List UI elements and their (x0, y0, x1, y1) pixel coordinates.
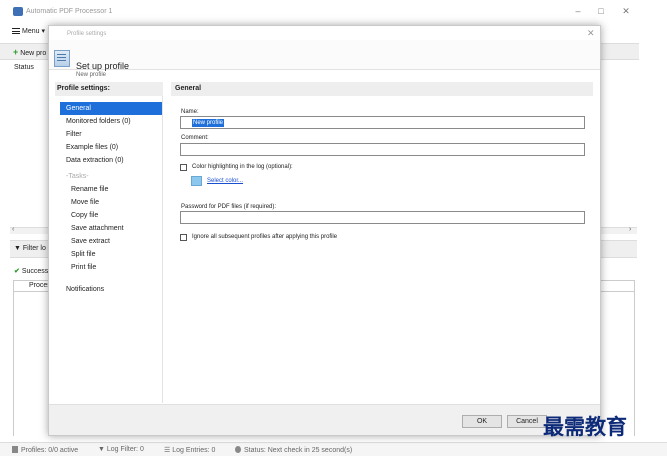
ignore-subsequent-checkbox[interactable] (180, 234, 187, 241)
scroll-left-icon[interactable]: ‹ (12, 226, 14, 233)
dialog-header-title: Set up profile (76, 61, 130, 71)
plus-icon: + (13, 47, 19, 57)
new-profile-button[interactable]: + New pro (13, 47, 46, 57)
menu-label: Menu (22, 28, 40, 35)
chevron-down-icon: ▾ (41, 28, 45, 35)
color-highlight-checkbox[interactable] (180, 164, 187, 171)
nav-item-save-extract[interactable]: Save extract (71, 238, 110, 245)
general-settings-panel: General Name: New profile Comment: Color… (171, 82, 595, 403)
dialog-close-icon[interactable]: ✕ (587, 28, 595, 39)
tab-success[interactable]: ✔ Success (14, 267, 48, 275)
filter-log-button[interactable]: ▼ Filter lo (14, 245, 46, 252)
nav-item-filter[interactable]: Filter (66, 131, 82, 138)
comment-label: Comment: (181, 135, 209, 141)
check-status-text: Status: Next check in 25 second(s) (244, 447, 353, 454)
nav-item-monitored-folders[interactable]: Monitored folders (0) (66, 118, 131, 125)
ignore-subsequent-label: Ignore all subsequent profiles after app… (192, 234, 338, 240)
password-input[interactable] (180, 211, 585, 224)
log-entries-status: ☰ Log Entries: 0 (164, 446, 215, 454)
checkmark-icon: ✔ (14, 268, 20, 275)
success-tab-label: Success (21, 268, 49, 275)
dialog-titlebar: Profile settings ✕ (49, 26, 600, 40)
cancel-button[interactable]: Cancel (507, 415, 547, 428)
settings-nav: Profile settings: General Monitored fold… (55, 82, 163, 403)
name-label: Name: (181, 109, 199, 115)
nav-item-rename-file[interactable]: Rename file (71, 186, 108, 193)
app-logo-icon (13, 7, 23, 16)
password-label: Password for PDF files (if required): (181, 204, 277, 210)
profile-settings-icon (54, 50, 70, 67)
profiles-status: Profiles: 0/0 active (12, 446, 78, 454)
name-input[interactable]: New profile (180, 116, 585, 129)
app-titlebar: Automatic PDF Processor 1 – □ ✕ (0, 0, 667, 22)
profile-settings-dialog: Profile settings ✕ Set up profile New pr… (48, 25, 601, 436)
app-title: Automatic PDF Processor 1 (26, 8, 113, 15)
minimize-button[interactable]: – (571, 5, 585, 17)
dialog-footer: OK Cancel (49, 404, 600, 435)
nav-item-general[interactable]: General (60, 102, 162, 115)
color-highlight-label: Color highlighting in the log (optional)… (192, 164, 293, 170)
close-app-button[interactable]: ✕ (619, 5, 633, 17)
name-input-value: New profile (192, 119, 225, 127)
profile-icon (12, 446, 18, 453)
maximize-button[interactable]: □ (594, 5, 608, 17)
nav-item-move-file[interactable]: Move file (71, 199, 99, 206)
check-status: Status: Next check in 25 second(s) (235, 446, 352, 454)
dialog-header-subtitle: New profile (76, 72, 107, 78)
nav-item-print-file[interactable]: Print file (71, 264, 96, 271)
list-icon: ☰ (164, 447, 173, 454)
nav-item-copy-file[interactable]: Copy file (71, 212, 98, 219)
status-column-header[interactable]: Status (14, 64, 34, 71)
comment-input[interactable] (180, 143, 585, 156)
settings-nav-header: Profile settings: (55, 82, 163, 96)
log-entries-status-text: Log Entries: 0 (172, 447, 216, 454)
nav-item-notifications[interactable]: Notifications (66, 286, 104, 293)
hamburger-icon (12, 28, 20, 34)
status-bar: Profiles: 0/0 active ▼ Log Filter: 0 ☰ L… (0, 442, 667, 456)
log-filter-status-text: Log Filter: 0 (106, 446, 144, 453)
menu-button[interactable]: Menu ▾ (12, 27, 45, 35)
log-filter-status: ▼ Log Filter: 0 (98, 446, 144, 453)
highlight-color-swatch[interactable] (191, 176, 202, 186)
filter-log-label: Filter lo (22, 245, 46, 252)
watermark-logo: 最需教育 (543, 414, 627, 439)
scroll-right-icon[interactable]: › (629, 226, 631, 233)
nav-item-split-file[interactable]: Split file (71, 251, 96, 258)
funnel-icon: ▼ (98, 446, 107, 453)
select-color-link[interactable]: Select color... (207, 178, 243, 184)
nav-item-data-extraction[interactable]: Data extraction (0) (66, 157, 124, 164)
funnel-icon: ▼ (14, 245, 21, 252)
panel-heading: General (175, 85, 202, 92)
nav-item-save-attachment[interactable]: Save attachment (71, 225, 124, 232)
settings-nav-heading: Profile settings: (57, 85, 110, 92)
dialog-window-title: Profile settings (67, 31, 107, 37)
profiles-status-text: Profiles: 0/0 active (21, 447, 79, 454)
nav-tasks-separator: -Tasks- (66, 173, 89, 180)
new-profile-label: New pro (20, 50, 47, 57)
ok-button[interactable]: OK (462, 415, 502, 428)
panel-header: General (171, 82, 593, 96)
dialog-header: Set up profile New profile (49, 40, 600, 78)
nav-item-example-files[interactable]: Example files (0) (66, 144, 118, 151)
info-icon (235, 446, 241, 453)
